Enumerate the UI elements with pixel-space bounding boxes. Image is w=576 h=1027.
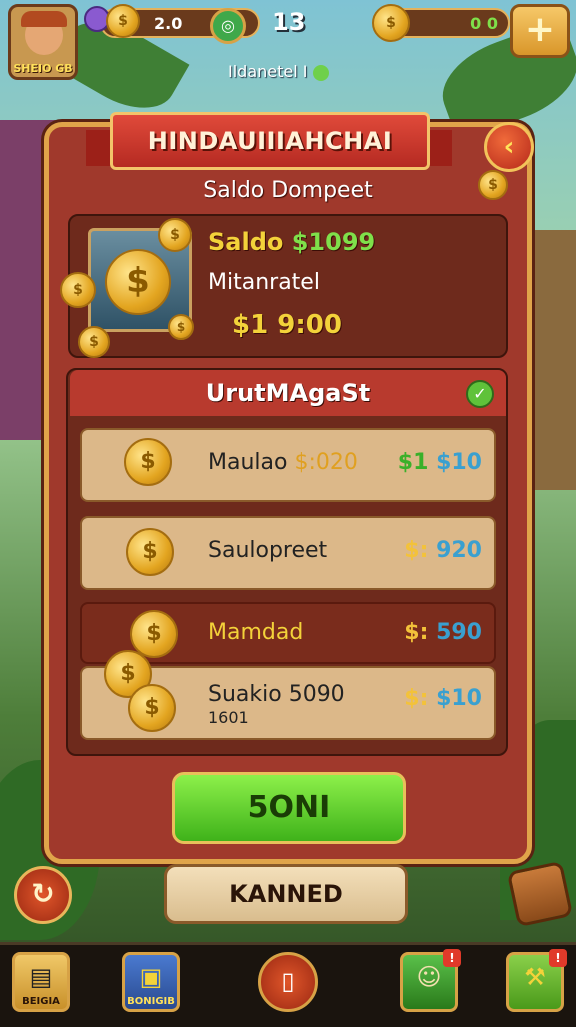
nav-label: BEIGIA: [22, 996, 60, 1007]
avatar-hat: [21, 11, 67, 27]
row-name: Saulopreet: [208, 538, 328, 563]
row-amount: $1 $10: [398, 450, 482, 475]
cancel-button[interactable]: KANNED: [164, 864, 408, 924]
row-name: Maulao $:020: [208, 450, 358, 475]
diamond-icon: [312, 64, 329, 81]
row-name-value: $:020: [294, 450, 358, 475]
panel-title-banner: HINDAUIIIAHCHAI: [110, 112, 430, 170]
coin-stack-icon: $: [105, 249, 171, 315]
coin-icon: $: [78, 326, 110, 358]
check-icon: ✓: [466, 380, 494, 408]
row-name-text: Maulao: [208, 450, 288, 475]
coin-icon: $: [128, 684, 176, 732]
coin-icon: $: [130, 610, 178, 658]
coin-icon: $: [106, 4, 140, 38]
add-coins-button[interactable]: +: [510, 4, 570, 58]
panel-subtitle: Saldo Dompeet: [203, 178, 373, 203]
row-amount: $: 590: [404, 620, 482, 645]
row-amount-prefix: $1: [397, 450, 429, 475]
row-amount-prefix: $:: [404, 538, 429, 563]
coin-amount-left: 2.0: [154, 13, 183, 33]
nav-label: BONIGIB: [127, 996, 175, 1007]
notification-badge: !: [549, 949, 567, 967]
list-item[interactable]: $ Maulao $:020 $1 $10: [80, 428, 496, 502]
level-badge: ◎: [210, 8, 246, 44]
coin-icon: $: [168, 314, 194, 340]
list-title: UrutMAgaSt: [70, 370, 506, 416]
saldo-label: Saldo: [208, 228, 284, 256]
refresh-button[interactable]: ↻: [14, 866, 72, 924]
coin-amount-right: 0 0: [470, 13, 498, 33]
location-subtitle: Ildanetel I: [228, 62, 329, 81]
level-number: 13: [272, 8, 306, 36]
hammer-icon: ⚒: [524, 963, 546, 991]
list-item[interactable]: $ Saulopreet $: 920: [80, 516, 496, 590]
row-amount: $: $10: [404, 686, 482, 711]
row-name: Mamdad: [208, 620, 304, 645]
coin-icon: $: [372, 4, 410, 42]
notification-badge: !: [443, 949, 461, 967]
coin-icon: $: [126, 528, 174, 576]
card-icon: ▯: [281, 967, 295, 995]
row-amount-value: $10: [436, 450, 482, 475]
coin-icon: $: [60, 272, 96, 308]
nav-item-cards[interactable]: ▯: [258, 952, 318, 1012]
scroll-icon: ▤: [29, 963, 53, 991]
coin-icon: $: [124, 438, 172, 486]
row-amount-value: 920: [436, 538, 482, 563]
nav-item-npc[interactable]: ☺ !: [400, 949, 461, 1012]
row-name: Suakio 5090: [208, 682, 345, 707]
row-amount-prefix: $:: [404, 686, 429, 711]
saldo-value: $1099: [291, 228, 376, 256]
coin-icon: $: [158, 218, 192, 252]
chest-icon[interactable]: [506, 860, 574, 928]
npc-icon: ☺: [416, 963, 442, 991]
player-name: SHEIO GB: [13, 62, 73, 75]
row-extra: 1601: [208, 708, 249, 727]
confirm-button[interactable]: 5ONI: [172, 772, 406, 844]
nav-item-scroll[interactable]: ▤ BEIGIA: [12, 952, 70, 1012]
row-amount-prefix: $:: [404, 620, 429, 645]
location-text: Ildanetel I: [228, 62, 308, 81]
wallet-value: $1 9:00: [232, 310, 342, 340]
nav-item-map[interactable]: ▣ BONIGIB: [122, 952, 180, 1012]
list-item[interactable]: $ $ Suakio 5090 1601 $: $10: [80, 650, 496, 740]
nav-item-hammer[interactable]: ⚒ !: [506, 949, 567, 1012]
row-amount-value: $10: [436, 686, 482, 711]
row-amount-value: 590: [436, 620, 482, 645]
row-amount: $: 920: [404, 538, 482, 563]
player-avatar[interactable]: SHEIO GB: [8, 4, 78, 80]
treasure-map-icon: ▣: [139, 963, 163, 991]
wallet-label: Mitanratel: [208, 270, 320, 295]
saldo-line: Saldo $1099: [208, 228, 375, 256]
close-button[interactable]: ‹: [484, 122, 534, 172]
